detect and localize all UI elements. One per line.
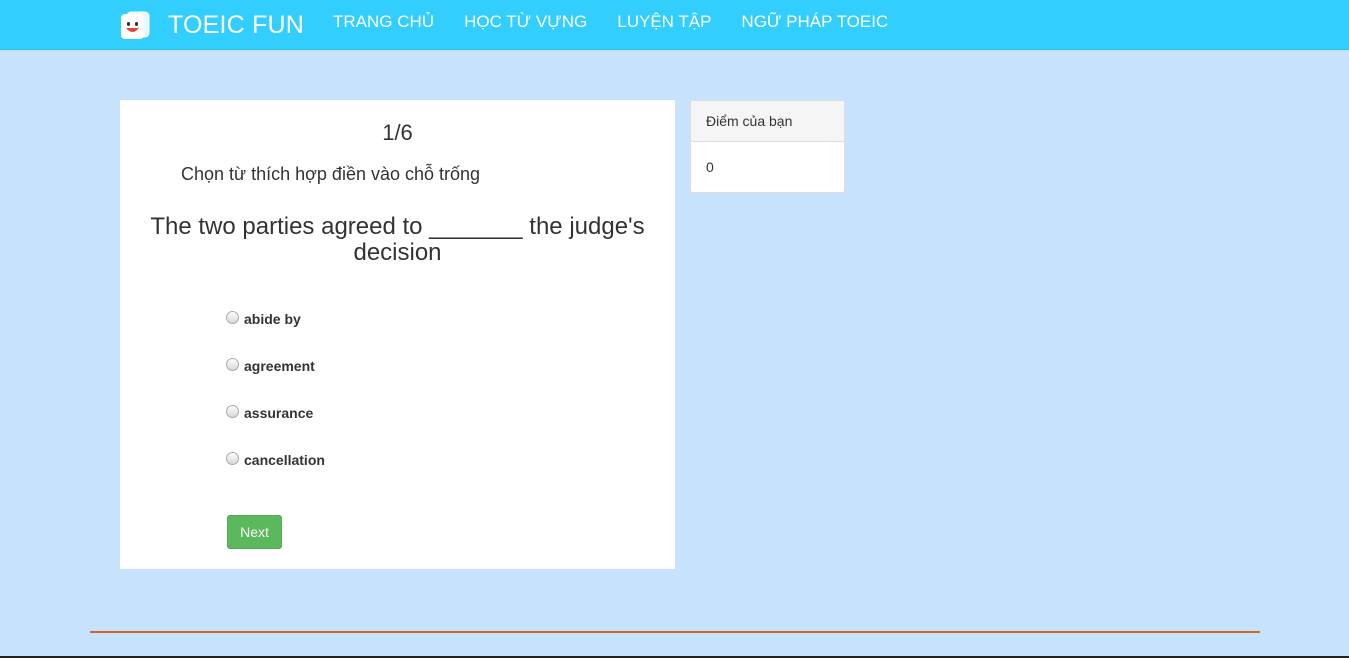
score-heading: Điểm của bạn — [691, 101, 844, 142]
question-text: The two parties agreed to _______ the ju… — [150, 213, 645, 266]
answer-option-label: cancellation — [244, 452, 325, 468]
answer-option[interactable]: cancellation — [226, 450, 325, 470]
nav-item-vocabulary[interactable]: HỌC TỪ VỰNG — [449, 0, 602, 47]
nav-item-practice[interactable]: LUYỆN TẬP — [602, 0, 726, 47]
nav-item-grammar[interactable]: NGỮ PHÁP TOEIC — [726, 0, 903, 47]
footer-divider — [90, 631, 1260, 633]
score-panel: Điểm của bạn 0 — [690, 100, 845, 193]
question-progress: 1/6 — [382, 120, 413, 145]
brand-link[interactable]: TOEIC FUN — [120, 10, 304, 40]
next-button[interactable]: Next — [227, 515, 282, 549]
answer-option-label: assurance — [244, 405, 314, 421]
answer-option[interactable]: abide by — [226, 309, 325, 329]
answer-option[interactable]: agreement — [226, 356, 325, 376]
question-instruction: Chọn từ thích hợp điền vào chỗ trống — [181, 164, 481, 184]
main-nav: TRANG CHỦ HỌC TỪ VỰNG LUYỆN TẬP NGỮ PHÁP… — [318, 0, 903, 50]
score-value: 0 — [706, 159, 714, 175]
answer-option[interactable]: assurance — [226, 403, 325, 423]
radio-button[interactable] — [226, 404, 239, 418]
radio-button[interactable] — [226, 357, 239, 371]
brand-name: TOEIC FUN — [168, 10, 305, 39]
answer-option-label: abide by — [244, 311, 301, 327]
nav-item-home[interactable]: TRANG CHỦ — [318, 0, 449, 47]
answer-options: abide by agreement assurance cancellatio… — [226, 309, 325, 497]
answer-option-label: agreement — [244, 358, 315, 374]
quiz-panel: 1/6 Chọn từ thích hợp điền vào chỗ trống… — [120, 100, 675, 569]
top-navbar: TOEIC FUN TRANG CHỦ HỌC TỪ VỰNG LUYỆN TẬ… — [0, 0, 1349, 50]
radio-button[interactable] — [226, 310, 239, 324]
radio-button[interactable] — [226, 451, 239, 465]
smiley-card-icon — [121, 11, 150, 39]
